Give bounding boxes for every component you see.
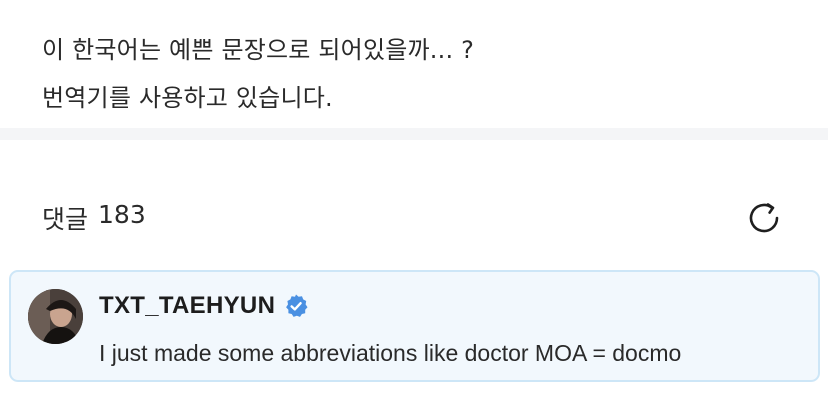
post-text-line-2: 번역기를 사용하고 있습니다. (42, 84, 333, 112)
comment-card[interactable]: TXT_TAEHYUN I just made some abbreviatio… (9, 270, 820, 382)
avatar-image (28, 289, 83, 344)
avatar[interactable] (28, 289, 83, 344)
comment-author-row: TXT_TAEHYUN (99, 292, 309, 320)
verified-badge-icon (283, 293, 309, 319)
refresh-icon (749, 203, 779, 233)
post-text-line-1: 이 한국어는 예쁜 문장으로 되어있을까... ? (42, 36, 475, 64)
section-divider (0, 128, 828, 140)
comments-label: 댓글 (42, 205, 89, 234)
comments-header: 댓글 183 (42, 196, 784, 240)
comment-text: I just made some abbreviations like doct… (99, 340, 682, 366)
comments-count: 183 (98, 200, 146, 229)
comment-author[interactable]: TXT_TAEHYUN (99, 292, 275, 320)
post-body: 이 한국어는 예쁜 문장으로 되어있을까... ? 번역기를 사용하고 있습니다… (42, 26, 808, 122)
refresh-button[interactable] (744, 198, 784, 238)
comments-title: 댓글 183 (42, 200, 146, 236)
